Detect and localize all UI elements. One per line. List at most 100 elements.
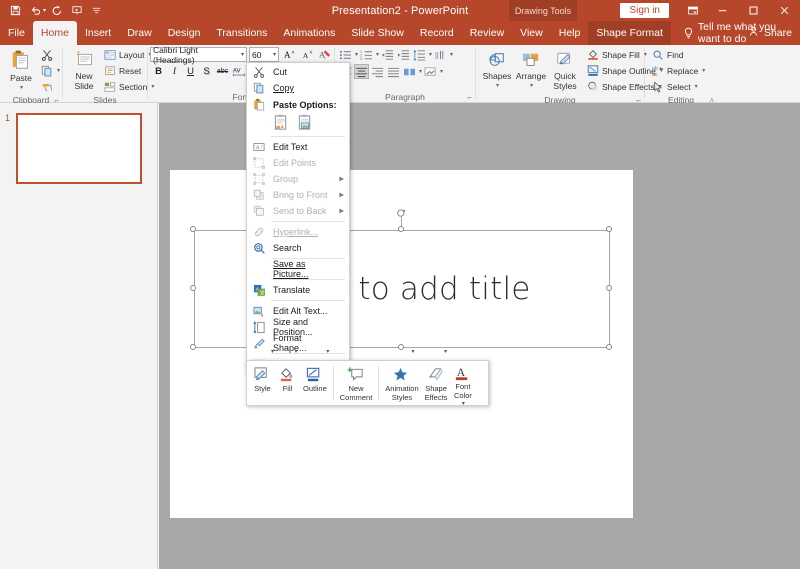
mini-shape-effects-button[interactable]: Shape Effects ▾ [422, 349, 451, 403]
mini-animation-caret-icon[interactable]: ▾ [411, 348, 414, 357]
mini-shape-effects-caret-icon[interactable]: ▾ [444, 348, 447, 357]
tab-draw[interactable]: Draw [119, 21, 160, 45]
tab-shape-format[interactable]: Shape Format [588, 21, 671, 45]
rotate-handle-icon[interactable] [396, 206, 407, 217]
context-menu-item-search[interactable]: Search [247, 240, 349, 256]
convert-to-smartart-button[interactable] [423, 64, 438, 79]
cut-button[interactable] [38, 47, 63, 62]
quick-styles-button[interactable]: Quick Styles [548, 50, 582, 92]
format-painter-button[interactable] [38, 79, 63, 94]
resize-handle-top-left[interactable] [190, 226, 196, 232]
strikethrough-button[interactable]: abc [215, 64, 230, 79]
resize-handle-bottom-left[interactable] [190, 344, 196, 350]
align-right-button[interactable] [370, 64, 385, 79]
align-center-button[interactable] [354, 64, 369, 79]
undo-dropdown-caret[interactable]: ▾ [43, 7, 46, 14]
thumbnail-pane-scrollbar[interactable] [152, 103, 157, 569]
bullets-button[interactable] [338, 47, 353, 62]
tab-design[interactable]: Design [160, 21, 209, 45]
customize-qat-icon[interactable] [87, 2, 106, 20]
find-button[interactable]: Find [649, 47, 708, 62]
redo-icon[interactable] [47, 2, 66, 20]
bullets-caret-icon[interactable]: ▾ [355, 51, 358, 58]
copy-caret-icon[interactable]: ▾ [57, 67, 60, 74]
mini-animation-styles-button[interactable]: Animation Styles ▾ [382, 349, 421, 403]
mini-style-button[interactable]: Style ▾ [250, 349, 275, 403]
tab-insert[interactable]: Insert [77, 21, 119, 45]
mini-font-color-caret-icon[interactable]: ▾ [462, 400, 465, 409]
paste-button[interactable]: Paste ▾ [4, 48, 38, 94]
decrease-font-size-button[interactable]: A ˅ [299, 47, 315, 62]
tab-view[interactable]: View [512, 21, 551, 45]
line-spacing-button[interactable] [412, 47, 427, 62]
context-menu-item-format-shape[interactable]: Format Shape... [247, 333, 349, 353]
paste-picture-icon[interactable] [297, 114, 314, 131]
save-icon[interactable] [6, 2, 25, 20]
increase-font-size-button[interactable]: A ˄ [281, 47, 297, 62]
replace-button[interactable]: ab ac Replace ▾ [649, 63, 708, 78]
mini-new-comment-button[interactable]: New Comment [337, 363, 376, 403]
replace-caret-icon[interactable]: ▾ [702, 67, 705, 74]
copy-button[interactable]: ▾ [38, 63, 63, 78]
tab-home[interactable]: Home [32, 21, 77, 45]
shapes-button[interactable]: Shapes ▾ [480, 50, 514, 92]
start-from-beginning-icon[interactable] [67, 2, 86, 20]
decrease-indent-button[interactable] [380, 47, 395, 62]
numbering-caret-icon[interactable]: ▾ [376, 51, 379, 58]
font-name-caret-icon[interactable]: ▾ [241, 51, 244, 58]
text-shadow-button[interactable]: S [199, 64, 214, 79]
mini-outline-caret-icon[interactable]: ▾ [326, 348, 329, 357]
tab-transitions[interactable]: Transitions [208, 21, 275, 45]
tab-file[interactable]: File [0, 21, 33, 45]
mini-style-caret-icon[interactable]: ▾ [271, 348, 274, 357]
underline-button[interactable]: U [183, 64, 198, 79]
context-menu-item-cut[interactable]: Cut [247, 64, 349, 80]
select-caret-icon[interactable]: ▾ [695, 83, 698, 90]
bold-button[interactable]: B [151, 64, 166, 79]
select-button[interactable]: Select ▾ [649, 79, 708, 94]
smartart-caret-icon[interactable]: ▾ [440, 68, 443, 75]
resize-handle-bottom-right[interactable] [606, 344, 612, 350]
mini-font-color-button[interactable]: A Font Color ▾ [450, 363, 475, 407]
resize-handle-middle-left[interactable] [190, 285, 196, 291]
tab-record[interactable]: Record [412, 21, 462, 45]
sign-in-button[interactable]: Sign in [620, 3, 669, 18]
tab-animations[interactable]: Animations [275, 21, 343, 45]
new-slide-button[interactable]: New Slide [67, 49, 101, 92]
resize-handle-middle-right[interactable] [606, 285, 612, 291]
context-menu-item-translate[interactable]: A文 Translate [247, 282, 349, 298]
resize-handle-top-right[interactable] [606, 226, 612, 232]
close-button[interactable] [769, 0, 800, 21]
columns-caret-icon[interactable]: ▾ [419, 68, 422, 75]
columns-button[interactable] [402, 64, 417, 79]
minimize-button[interactable] [707, 0, 738, 21]
font-size-combobox[interactable]: 60 ▾ [249, 47, 279, 62]
clear-all-formatting-button[interactable]: A [317, 47, 333, 62]
tab-slide-show[interactable]: Slide Show [343, 21, 412, 45]
tab-review[interactable]: Review [462, 21, 512, 45]
mini-fill-caret-icon[interactable]: ▾ [294, 348, 297, 357]
numbering-button[interactable]: 123 [359, 47, 374, 62]
text-direction-caret-icon[interactable]: ▾ [450, 51, 453, 58]
font-size-caret-icon[interactable]: ▾ [273, 51, 276, 58]
mini-fill-button[interactable]: Fill ▾ [275, 349, 300, 403]
text-direction-button[interactable]: || [433, 47, 448, 62]
mini-outline-button[interactable]: Outline ▾ [300, 349, 330, 403]
font-name-combobox[interactable]: Calibri Light (Headings) ▾ [150, 45, 247, 65]
character-spacing-button[interactable]: AV [231, 64, 246, 79]
tab-help[interactable]: Help [551, 21, 589, 45]
resize-handle-top-center[interactable] [398, 226, 404, 232]
slide-surface[interactable]: Click to add title [170, 170, 633, 518]
context-menu-item-copy[interactable]: Copy [247, 80, 349, 96]
arrange-button[interactable]: Arrange ▾ [514, 50, 548, 92]
maximize-button[interactable] [738, 0, 769, 21]
slide-thumbnail-1[interactable] [16, 113, 142, 184]
paste-use-destination-theme-icon[interactable]: a [273, 114, 290, 131]
share-button[interactable]: Share [749, 21, 792, 45]
justify-button[interactable] [386, 64, 401, 79]
ribbon-display-options-icon[interactable] [679, 0, 707, 21]
paste-caret-icon[interactable]: ▾ [20, 83, 23, 93]
increase-indent-button[interactable] [396, 47, 411, 62]
resize-handle-bottom-center[interactable] [398, 344, 404, 350]
italic-button[interactable]: I [167, 64, 182, 79]
